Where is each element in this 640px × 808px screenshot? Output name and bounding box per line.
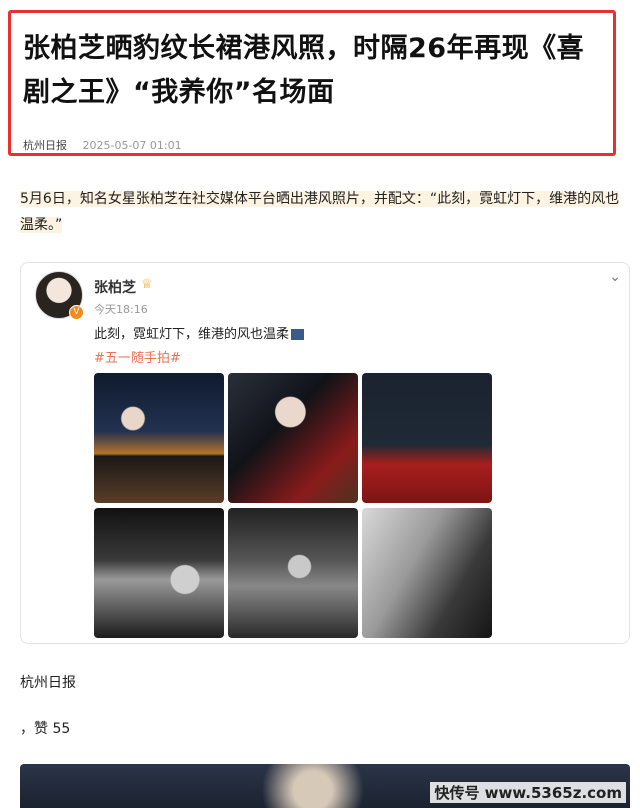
weibo-post-card: ⌄ V 张柏芝 ♕ 今天18:16 此刻，霓虹灯下，维港的风也温柔 #五一随手拍… xyxy=(20,262,630,644)
crown-icon: ♕ xyxy=(141,277,153,292)
post-text-content: 此刻，霓虹灯下，维港的风也温柔 xyxy=(94,327,290,342)
post-photo-6[interactable] xyxy=(362,508,492,638)
post-photo-5[interactable] xyxy=(228,508,358,638)
footer-source: 杭州日报 xyxy=(20,675,76,691)
post-topic-link[interactable]: #五一随手拍# xyxy=(94,347,181,366)
watermark: 快传号 www.5365z.com xyxy=(430,782,626,803)
likes-count: ，赞 55 xyxy=(20,721,71,737)
post-photo-2[interactable] xyxy=(228,373,358,503)
article-meta: 杭州日报 2025-05-07 01:01 xyxy=(23,137,182,153)
article-source[interactable]: 杭州日报 xyxy=(23,139,67,152)
article-lead: 5月6日，知名女星张柏芝在社交媒体平台晒出港风照片，并配文：“此刻，霓虹灯下，维… xyxy=(20,186,624,238)
post-photo-3[interactable] xyxy=(362,373,492,503)
post-time: 今天18:16 xyxy=(94,303,148,316)
article-date: 2025-05-07 01:01 xyxy=(82,139,182,152)
post-text: 此刻，霓虹灯下，维港的风也温柔 xyxy=(94,323,305,342)
post-user-name[interactable]: 张柏芝 xyxy=(94,277,136,297)
night-city-emoji-icon xyxy=(291,329,305,340)
post-photo-4[interactable] xyxy=(94,508,224,638)
headline-box: 张柏芝晒豹纹长裙港风照，时隔26年再现《喜剧之王》“我养你”名场面 杭州日报 2… xyxy=(8,10,616,156)
chevron-down-icon[interactable]: ⌄ xyxy=(609,269,621,285)
lead-text: 5月6日，知名女星张柏芝在社交媒体平台晒出港风照片，并配文：“此刻，霓虹灯下，维… xyxy=(20,191,620,233)
post-photo-1[interactable] xyxy=(94,373,224,503)
page-title: 张柏芝晒豹纹长裙港风照，时隔26年再现《喜剧之王》“我养你”名场面 xyxy=(23,33,585,108)
verified-badge-icon: V xyxy=(69,305,84,320)
